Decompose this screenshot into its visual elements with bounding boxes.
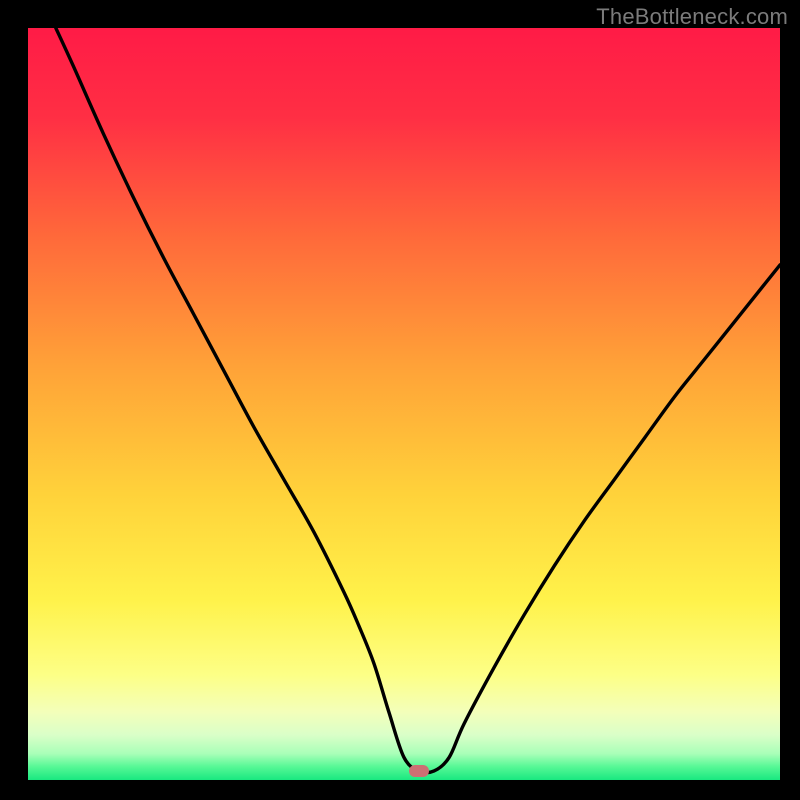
optimal-marker xyxy=(409,765,429,777)
outer-frame: TheBottleneck.com xyxy=(0,0,800,800)
plot-area xyxy=(28,28,780,780)
background-gradient xyxy=(28,28,780,780)
watermark-text: TheBottleneck.com xyxy=(596,4,788,30)
